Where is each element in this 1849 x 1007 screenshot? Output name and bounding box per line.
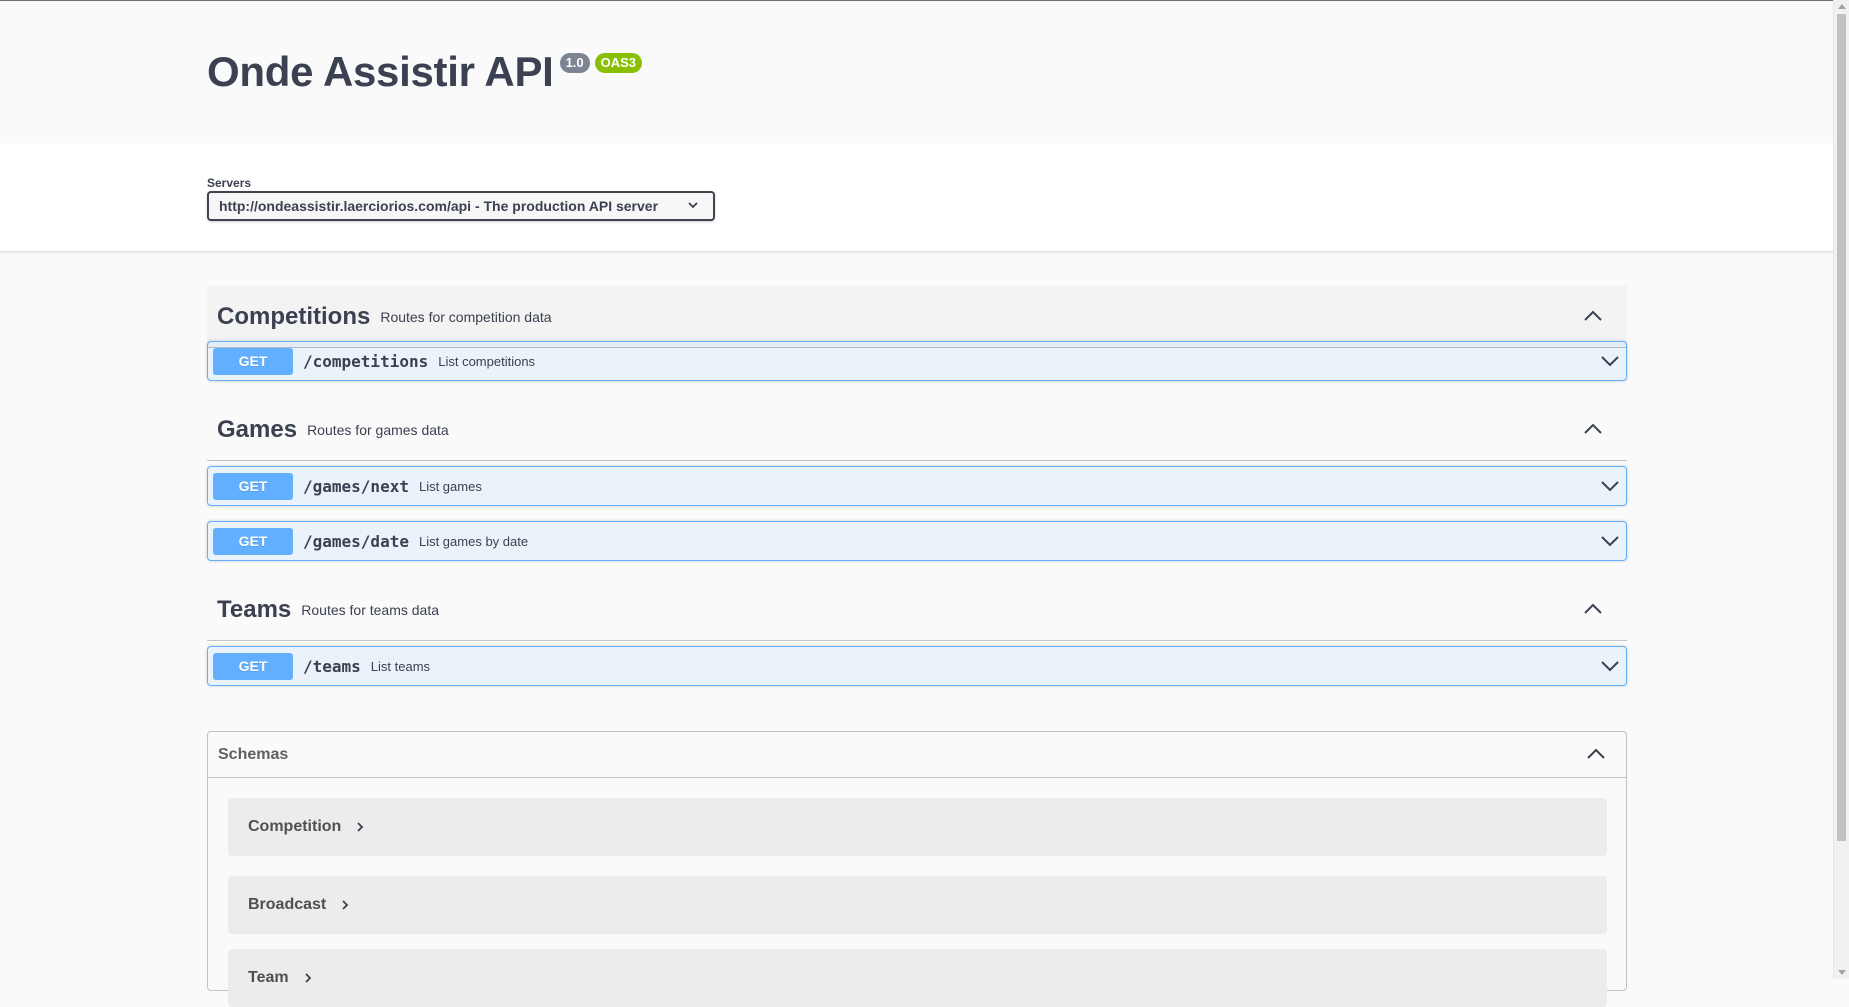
version-badge: 1.0 — [559, 53, 590, 73]
operation-get-games-date[interactable]: GET /games/date List games by date — [207, 521, 1627, 561]
model-name: Competition — [248, 818, 342, 835]
scroll-down-arrow-icon[interactable] — [1838, 970, 1846, 975]
tag-section-games[interactable]: Games Routes for games data — [207, 399, 1627, 461]
operation-summary: List teams — [370, 658, 431, 674]
servers-section: Servers http://ondeassistir.laerciorios.… — [0, 143, 1833, 252]
tag-description: Routes for competition data — [380, 308, 552, 325]
scrollbar-thumb[interactable] — [1837, 14, 1846, 841]
schema-model-competition[interactable]: Competition — [228, 798, 1607, 856]
model-name: Team — [248, 969, 289, 986]
operation-get-competitions[interactable]: GET /competitions List competitions — [207, 341, 1627, 381]
servers-label: Servers — [207, 176, 252, 190]
method-badge: GET — [213, 347, 293, 375]
servers-select[interactable]: http://ondeassistir.laerciorios.com/api … — [207, 191, 715, 221]
tag-name: Teams — [217, 595, 292, 623]
schemas-title: Schemas — [218, 745, 289, 763]
tag-name: Competitions — [217, 302, 371, 330]
operation-get-games-next[interactable]: GET /games/next List games — [207, 466, 1627, 506]
tag-section-competitions[interactable]: Competitions Routes for competition data — [207, 286, 1627, 348]
chevron-up-icon[interactable] — [1583, 601, 1603, 617]
method-badge: GET — [213, 527, 293, 555]
chevron-right-icon — [303, 972, 313, 984]
chevron-down-icon[interactable] — [1600, 353, 1620, 369]
chevron-right-icon — [355, 821, 365, 833]
swagger-page: Onde Assistir API 1.0 OAS3 Servers http:… — [0, 0, 1833, 1007]
oas-badge: OAS3 — [594, 53, 643, 73]
tag-name: Games — [217, 415, 298, 443]
chevron-down-icon — [688, 202, 698, 209]
operation-summary: List games by date — [418, 533, 529, 549]
operation-path: /competitions — [303, 351, 429, 371]
scroll-up-arrow-icon[interactable] — [1838, 4, 1846, 9]
chevron-up-icon[interactable] — [1586, 746, 1606, 762]
model-name: Broadcast — [248, 896, 327, 913]
operation-path: /teams — [303, 656, 361, 676]
operation-path: /games/date — [303, 531, 409, 551]
operation-get-teams[interactable]: GET /teams List teams — [207, 646, 1627, 686]
schemas-section: Schemas Competition Broadcast Team — [207, 731, 1627, 1007]
api-title: Onde Assistir API — [207, 48, 554, 95]
tag-description: Routes for teams data — [301, 601, 440, 618]
api-info-section: Onde Assistir API 1.0 OAS3 — [0, 1, 1833, 143]
operation-path: /games/next — [303, 476, 409, 496]
chevron-up-icon[interactable] — [1583, 308, 1603, 324]
operation-summary: List games — [418, 478, 482, 494]
chevron-up-icon[interactable] — [1583, 421, 1603, 437]
schema-model-broadcast[interactable]: Broadcast — [228, 876, 1607, 934]
method-badge: GET — [213, 472, 293, 500]
method-badge: GET — [213, 652, 293, 680]
chevron-right-icon — [340, 899, 350, 911]
api-title-block: Onde Assistir API 1.0 OAS3 — [207, 48, 643, 95]
servers-selected-value: http://ondeassistir.laerciorios.com/api … — [219, 198, 659, 214]
chevron-down-icon[interactable] — [1600, 533, 1620, 549]
schemas-header[interactable]: Schemas — [208, 732, 1626, 778]
chevron-down-icon[interactable] — [1600, 658, 1620, 674]
schema-model-team[interactable]: Team — [228, 949, 1607, 1007]
tag-description: Routes for games data — [307, 421, 449, 438]
chevron-down-icon[interactable] — [1600, 478, 1620, 494]
operation-summary: List competitions — [438, 353, 536, 369]
tag-section-teams[interactable]: Teams Routes for teams data — [207, 579, 1627, 641]
vertical-scrollbar[interactable] — [1833, 0, 1849, 979]
